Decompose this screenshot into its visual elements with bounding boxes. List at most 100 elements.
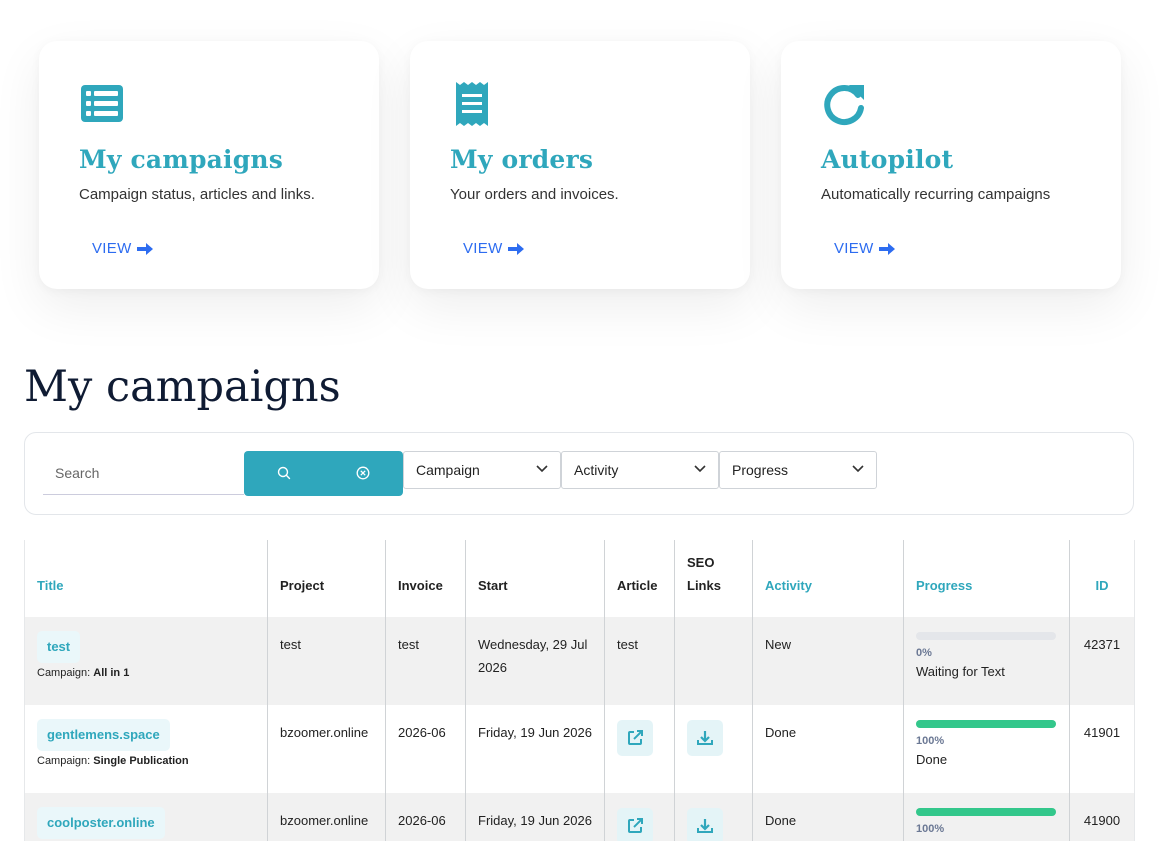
- chevron-down-icon: [694, 465, 706, 473]
- header-title[interactable]: Title: [24, 540, 268, 617]
- cell-progress: 100% Done: [903, 705, 1070, 793]
- card-description: Campaign status, articles and links.: [79, 186, 315, 203]
- progress-select[interactable]: Progress: [719, 451, 877, 489]
- chevron-down-icon: [852, 465, 864, 473]
- campaign-title-link[interactable]: test: [37, 631, 81, 663]
- progress-status: Waiting for Text: [916, 664, 1005, 679]
- cell-activity: Done: [752, 705, 904, 793]
- header-activity[interactable]: Activity: [752, 540, 904, 617]
- header-project: Project: [267, 540, 386, 617]
- campaign-type-value: Single Publication: [93, 755, 189, 767]
- cell-seo-links: [674, 793, 753, 841]
- campaign-title-link[interactable]: gentlemens.space: [37, 719, 170, 751]
- cell-id: 42371: [1069, 617, 1135, 705]
- refresh-icon: [824, 85, 864, 126]
- clear-icon[interactable]: [356, 466, 370, 480]
- download-seo-links-button[interactable]: [687, 808, 723, 841]
- cell-id: 41900: [1069, 793, 1135, 841]
- download-icon: [697, 731, 713, 745]
- cell-progress: 100%: [903, 793, 1070, 841]
- arrow-right-icon: [507, 242, 524, 255]
- download-icon: [697, 819, 713, 833]
- dashboard-cards: My campaigns Campaign status, articles a…: [39, 41, 1121, 289]
- campaign-type: Campaign: Single Publication: [37, 753, 255, 769]
- filter-bar: Campaign Activity Progress: [24, 432, 1134, 515]
- campaign-type: Campaign: All in 1: [37, 665, 255, 681]
- progress-percent: 0%: [916, 647, 932, 659]
- cell-start: Friday, 19 Jun 2026: [465, 793, 605, 841]
- card-autopilot[interactable]: Autopilot Automatically recurring campai…: [781, 41, 1121, 289]
- view-my-campaigns-link[interactable]: VIEW: [92, 240, 154, 257]
- cell-project: bzoomer.online: [267, 705, 386, 793]
- receipt-icon: [456, 82, 488, 126]
- view-label: VIEW: [463, 240, 503, 257]
- progress-percent: 100%: [916, 823, 945, 835]
- activity-select-value: Activity: [574, 462, 619, 478]
- table-row: gentlemens.space Campaign: Single Public…: [24, 705, 1135, 793]
- progress-bar: [916, 720, 1056, 728]
- list-icon: [81, 85, 123, 122]
- cell-start: Wednesday, 29 Jul 2026: [465, 617, 605, 705]
- progress-select-value: Progress: [732, 462, 789, 478]
- view-autopilot-link[interactable]: VIEW: [834, 240, 896, 257]
- campaign-prefix: Campaign:: [37, 667, 91, 679]
- cell-start: Friday, 19 Jun 2026: [465, 705, 605, 793]
- card-title: Autopilot: [821, 145, 954, 174]
- card-description: Your orders and invoices.: [450, 186, 619, 203]
- campaign-prefix: Campaign:: [37, 755, 91, 767]
- search-input[interactable]: [43, 452, 244, 495]
- campaign-title-link[interactable]: coolposter.online: [37, 807, 165, 839]
- cell-article: test: [604, 617, 675, 705]
- external-link-icon: [628, 730, 643, 745]
- cell-seo-links: [674, 617, 753, 705]
- card-my-orders[interactable]: My orders Your orders and invoices. VIEW: [410, 41, 750, 289]
- campaigns-table: Title Project Invoice Start Article SEO …: [24, 540, 1135, 841]
- campaign-type-value: All in 1: [93, 667, 130, 679]
- cell-invoice: 2026-06: [385, 705, 466, 793]
- progress-percent: 100%: [916, 735, 945, 747]
- campaign-select[interactable]: Campaign: [403, 451, 561, 489]
- arrow-right-icon: [878, 242, 895, 255]
- cell-progress: 0% Waiting for Text: [903, 617, 1070, 705]
- header-invoice: Invoice: [385, 540, 466, 617]
- download-seo-links-button[interactable]: [687, 720, 723, 756]
- cell-article: [604, 705, 675, 793]
- chevron-down-icon: [536, 465, 548, 473]
- open-article-button[interactable]: [617, 808, 653, 841]
- table-row: coolposter.online bzoomer.online 2026-06…: [24, 793, 1135, 841]
- cell-article: [604, 793, 675, 841]
- progress-bar: [916, 632, 1056, 640]
- cell-invoice: 2026-06: [385, 793, 466, 841]
- card-description: Automatically recurring campaigns: [821, 186, 1051, 203]
- view-label: VIEW: [834, 240, 874, 257]
- cell-activity: Done: [752, 793, 904, 841]
- table-row: test Campaign: All in 1 test test Wednes…: [24, 617, 1135, 705]
- progress-bar: [916, 808, 1056, 816]
- header-id[interactable]: ID: [1069, 540, 1135, 617]
- campaign-select-value: Campaign: [416, 462, 480, 478]
- header-progress[interactable]: Progress: [903, 540, 1070, 617]
- search-icon: [277, 466, 291, 480]
- cell-invoice: test: [385, 617, 466, 705]
- header-start: Start: [465, 540, 605, 617]
- view-my-orders-link[interactable]: VIEW: [463, 240, 525, 257]
- progress-status: Done: [916, 752, 948, 767]
- card-title: My campaigns: [79, 145, 284, 174]
- view-label: VIEW: [92, 240, 132, 257]
- progress-fill: [916, 720, 1056, 728]
- page-title: My campaigns: [24, 362, 341, 412]
- header-article: Article: [604, 540, 675, 617]
- open-article-button[interactable]: [617, 720, 653, 756]
- card-title: My orders: [450, 145, 594, 174]
- activity-select[interactable]: Activity: [561, 451, 719, 489]
- search-button[interactable]: [244, 451, 403, 496]
- arrow-right-icon: [136, 242, 153, 255]
- progress-fill: [916, 808, 1056, 816]
- cell-id: 41901: [1069, 705, 1135, 793]
- header-seo-links: SEO Links: [674, 540, 753, 617]
- external-link-icon: [628, 818, 643, 833]
- card-my-campaigns[interactable]: My campaigns Campaign status, articles a…: [39, 41, 379, 289]
- cell-seo-links: [674, 705, 753, 793]
- cell-project: bzoomer.online: [267, 793, 386, 841]
- cell-project: test: [267, 617, 386, 705]
